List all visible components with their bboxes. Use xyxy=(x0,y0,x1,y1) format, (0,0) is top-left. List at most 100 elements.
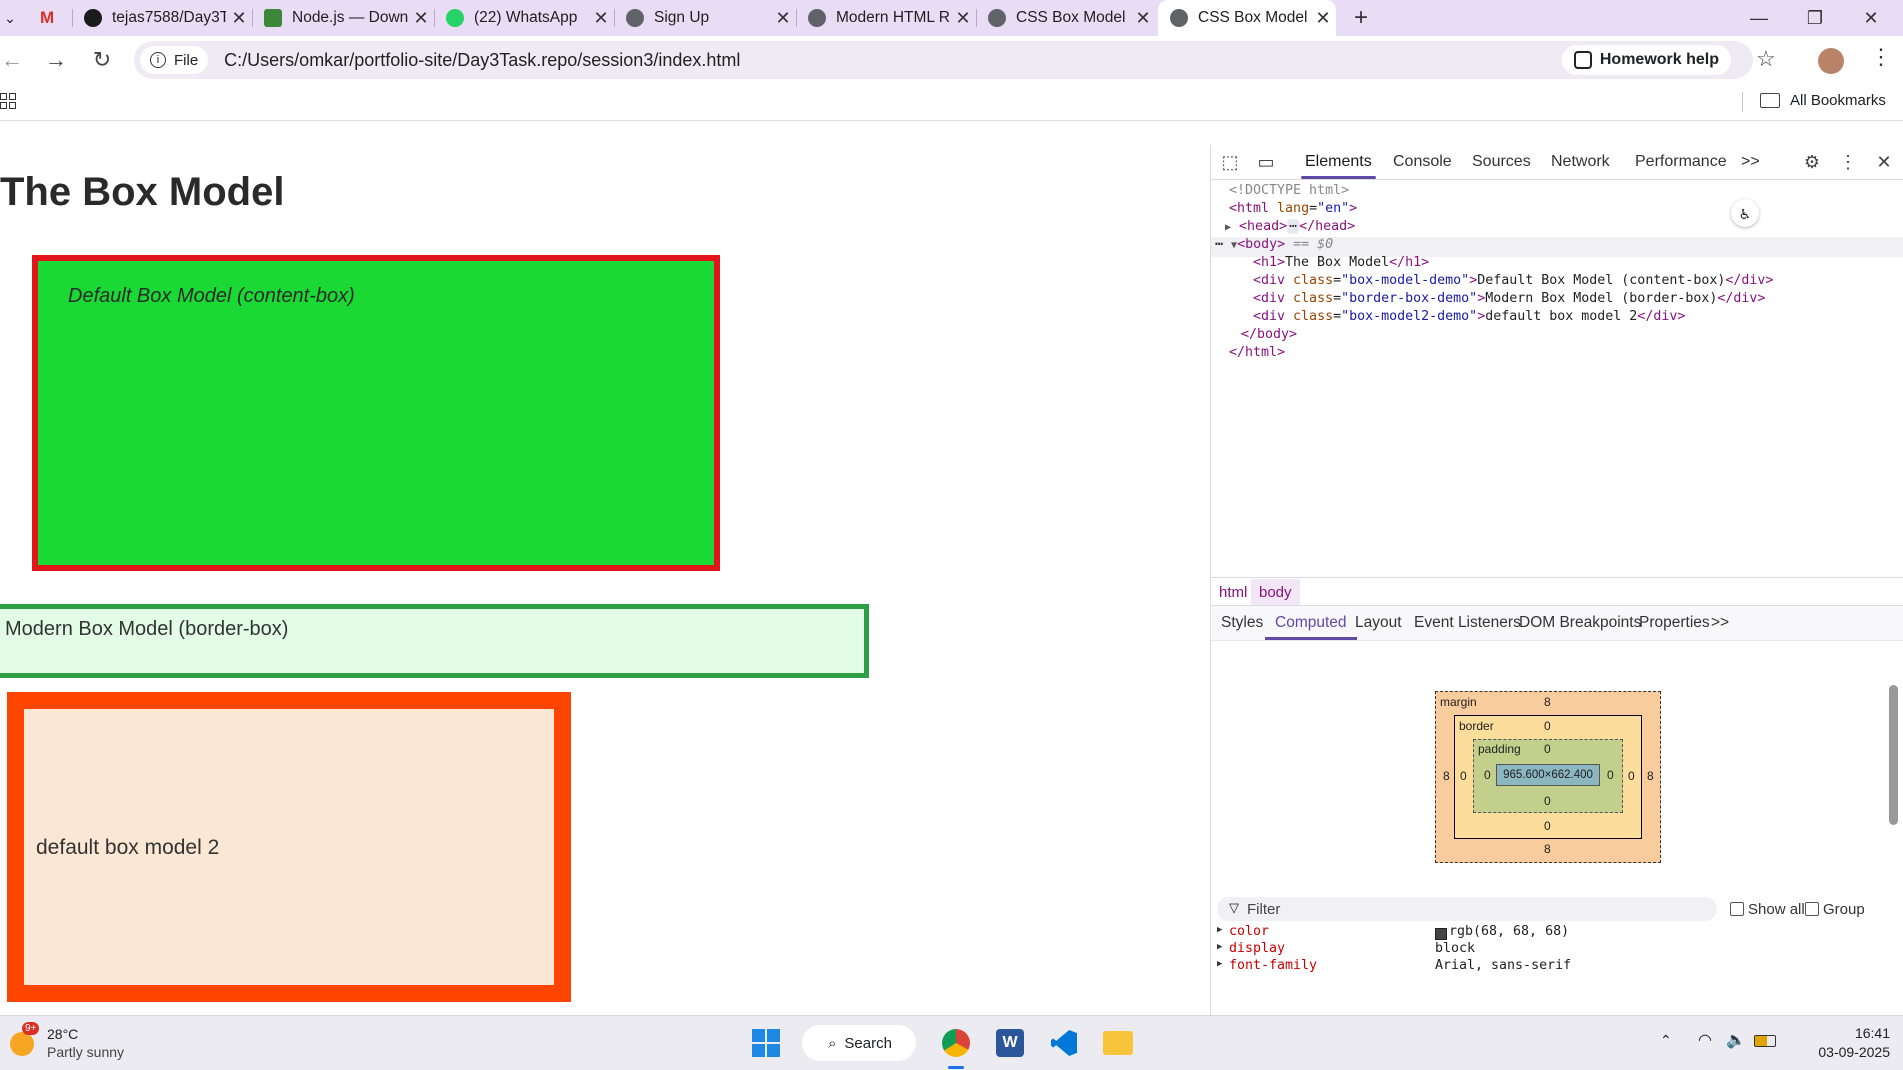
close-icon[interactable]: ✕ xyxy=(1310,8,1336,29)
volume-icon[interactable]: 🔈 xyxy=(1726,1030,1746,1050)
back-button[interactable]: ← xyxy=(0,42,30,78)
tab-css-box-model[interactable]: CSS Box Model Den ✕ xyxy=(976,0,1156,36)
padding-left-value[interactable]: 0 xyxy=(1484,768,1491,782)
windows-start-icon[interactable] xyxy=(748,1025,784,1061)
dom-line-div3[interactable]: <div class="box-model2-demo">default box… xyxy=(1253,309,1685,324)
dom-line-h1[interactable]: <h1>The Box Model</h1> xyxy=(1253,255,1429,270)
tab-console[interactable]: Console xyxy=(1393,153,1452,171)
devtools-menu-icon[interactable]: ⋮ xyxy=(1835,149,1861,175)
dom-line-html-close[interactable]: </html> xyxy=(1229,345,1285,360)
settings-gear-icon[interactable]: ⚙ xyxy=(1799,149,1825,175)
expand-arrow-icon[interactable]: ▶ xyxy=(1217,959,1222,969)
more-panels-icon[interactable]: >> xyxy=(1711,614,1729,632)
dom-line-head[interactable]: ▶ <head> ⋯ </head> xyxy=(1225,219,1355,234)
dom-line-html[interactable]: <html lang="en"> xyxy=(1229,201,1357,216)
scrollbar[interactable] xyxy=(1889,685,1898,825)
border-bottom-value[interactable]: 0 xyxy=(1544,819,1551,833)
apps-grid-icon[interactable] xyxy=(0,93,16,109)
new-tab-button[interactable]: + xyxy=(1343,0,1379,36)
box-model-content[interactable]: 965.600×662.400 xyxy=(1496,764,1600,786)
tab-gmail[interactable]: M xyxy=(30,0,72,36)
vscode-icon[interactable] xyxy=(1046,1025,1082,1061)
accessibility-tree-icon[interactable]: ♿ xyxy=(1731,199,1759,227)
computed-filter-input[interactable]: ▽ Filter xyxy=(1217,897,1717,921)
margin-right-value[interactable]: 8 xyxy=(1647,769,1654,783)
tab-sources[interactable]: Sources xyxy=(1472,153,1531,171)
menu-icon[interactable]: ⋮ xyxy=(1870,44,1892,70)
padding-right-value[interactable]: 0 xyxy=(1607,768,1614,782)
homework-help-button[interactable]: Homework help xyxy=(1561,45,1731,75)
tab-properties[interactable]: Properties xyxy=(1639,614,1710,632)
expand-arrow-icon[interactable]: ▶ xyxy=(1217,942,1222,952)
margin-bottom-value[interactable]: 8 xyxy=(1544,842,1551,856)
wifi-icon[interactable]: ◠ xyxy=(1698,1030,1712,1050)
dom-line-div1[interactable]: <div class="box-model-demo">Default Box … xyxy=(1253,273,1773,288)
close-icon[interactable]: ✕ xyxy=(588,8,614,29)
tab-css-box-model-active[interactable]: CSS Box Model Den ✕ xyxy=(1158,0,1336,36)
box-model-padding[interactable]: padding 0 0 0 0 965.600×662.400 xyxy=(1473,739,1623,813)
tab-performance[interactable]: Performance xyxy=(1635,153,1727,171)
word-icon[interactable]: W xyxy=(992,1025,1028,1061)
window-close-button[interactable]: ✕ xyxy=(1843,0,1899,36)
close-icon[interactable]: ✕ xyxy=(770,8,796,29)
tab-search-button[interactable]: ⌄ xyxy=(0,0,20,36)
close-icon[interactable]: ✕ xyxy=(408,8,434,29)
tab-sign-up[interactable]: Sign Up ✕ xyxy=(614,0,796,36)
profile-avatar[interactable] xyxy=(1818,48,1844,74)
box-model-border[interactable]: border 0 0 0 0 padding 0 0 0 0 965.600×6… xyxy=(1454,715,1642,839)
dom-line-body-close[interactable]: </body> xyxy=(1241,327,1297,342)
tab-github[interactable]: tejas7588/Day3Task ✕ xyxy=(72,0,252,36)
chrome-icon[interactable] xyxy=(938,1025,974,1061)
tray-chevron-icon[interactable]: ⌃ xyxy=(1660,1032,1672,1049)
taskbar-search[interactable]: ⌕ Search xyxy=(802,1025,916,1061)
tab-elements[interactable]: Elements xyxy=(1301,153,1376,179)
tab-event-listeners[interactable]: Event Listeners xyxy=(1414,614,1521,632)
expand-arrow-icon[interactable]: ▶ xyxy=(1225,222,1231,233)
group-checkbox[interactable] xyxy=(1805,902,1819,916)
device-toolbar-icon[interactable]: ▭ xyxy=(1253,149,1279,175)
border-top-value[interactable]: 0 xyxy=(1544,719,1551,733)
clock[interactable]: 16:41 03-09-2025 xyxy=(1800,1024,1890,1062)
crumb-body[interactable]: body xyxy=(1251,579,1300,606)
box-model-margin[interactable]: margin 8 8 8 8 border 0 0 0 0 padding 0 … xyxy=(1435,691,1661,863)
tab-network[interactable]: Network xyxy=(1551,153,1610,171)
tab-nodejs[interactable]: Node.js — Downloa ✕ xyxy=(252,0,434,36)
forward-button[interactable]: → xyxy=(38,42,74,78)
minimize-button[interactable]: — xyxy=(1731,0,1787,36)
expand-arrow-icon[interactable]: ▶ xyxy=(1217,925,1222,935)
battery-icon[interactable] xyxy=(1754,1035,1776,1047)
margin-left-value[interactable]: 8 xyxy=(1443,769,1450,783)
bookmark-star-icon[interactable]: ☆ xyxy=(1756,46,1776,72)
more-tabs-icon[interactable]: >> xyxy=(1741,153,1760,171)
close-icon[interactable]: ✕ xyxy=(226,8,252,29)
site-info-chip[interactable]: i File xyxy=(140,46,209,74)
tab-whatsapp[interactable]: (22) WhatsApp ✕ xyxy=(434,0,614,36)
tab-dom-breakpoints[interactable]: DOM Breakpoints xyxy=(1519,614,1641,632)
padding-bottom-value[interactable]: 0 xyxy=(1544,794,1551,808)
tab-layout[interactable]: Layout xyxy=(1355,614,1402,632)
color-swatch[interactable] xyxy=(1435,928,1447,940)
border-left-value[interactable]: 0 xyxy=(1460,769,1467,783)
inspect-element-icon[interactable]: ⬚ xyxy=(1217,149,1243,175)
all-bookmarks-button[interactable]: All Bookmarks xyxy=(1760,92,1886,109)
restore-button[interactable]: ❐ xyxy=(1787,0,1843,36)
show-all-checkbox[interactable] xyxy=(1730,902,1744,916)
tab-modern-html[interactable]: Modern HTML Refe ✕ xyxy=(796,0,976,36)
dom-more-icon[interactable]: ⋯ xyxy=(1215,237,1223,252)
reload-button[interactable]: ↻ xyxy=(84,42,120,78)
ellipsis-badge[interactable]: ⋯ xyxy=(1287,219,1300,234)
margin-top-value[interactable]: 8 xyxy=(1544,695,1551,709)
close-icon[interactable]: ✕ xyxy=(950,8,976,29)
address-bar[interactable]: i File C:/Users/omkar/portfolio-site/Day… xyxy=(134,41,1753,79)
dom-line-div2[interactable]: <div class="border-box-demo">Modern Box … xyxy=(1253,291,1765,306)
close-icon[interactable]: ✕ xyxy=(1130,8,1156,29)
dom-line-doctype[interactable]: <!DOCTYPE html> xyxy=(1229,183,1349,198)
crumb-html[interactable]: html xyxy=(1219,584,1247,601)
tab-styles[interactable]: Styles xyxy=(1221,614,1263,632)
file-explorer-icon[interactable] xyxy=(1100,1025,1136,1061)
tab-computed[interactable]: Computed xyxy=(1265,614,1356,640)
border-right-value[interactable]: 0 xyxy=(1628,769,1635,783)
weather-widget[interactable]: 9+ 28°C Partly sunny xyxy=(8,1022,168,1064)
dom-line-body[interactable]: ⋯ ▼<body> == $0 xyxy=(1215,237,1333,252)
padding-top-value[interactable]: 0 xyxy=(1544,742,1551,756)
